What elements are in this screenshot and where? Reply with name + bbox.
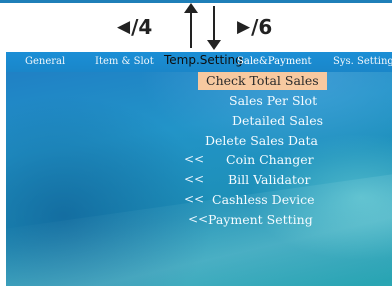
right-key-label: /6 [251, 15, 273, 39]
menu-sales-per-slot[interactable]: Sales Per Slot [229, 92, 317, 110]
down-arrow-icon [207, 40, 221, 50]
left-key-label: /4 [131, 15, 153, 39]
menu-coin-changer[interactable]: Coin Changer [226, 151, 314, 169]
menu-cashless-device[interactable]: Cashless Device [212, 191, 315, 209]
submenu-chevron-icon: << [184, 172, 205, 186]
up-arrow-shaft [190, 6, 192, 48]
left-key-hint: ◀ /4 [117, 14, 152, 40]
right-triangle-icon: ▶ [237, 16, 251, 37]
menu-payment-setting[interactable]: Payment Setting [208, 211, 313, 229]
menu-check-total-sales[interactable]: Check Total Sales [198, 72, 327, 90]
left-triangle-icon: ◀ [117, 16, 131, 37]
submenu-chevron-icon: << [184, 192, 205, 206]
menu-detailed-sales[interactable]: Detailed Sales [232, 112, 323, 130]
menu-delete-sales-data[interactable]: Delete Sales Data [205, 132, 318, 150]
submenu-chevron-icon: << [188, 212, 209, 226]
right-key-hint: ▶ /6 [237, 14, 272, 40]
sales-menu: Check Total Sales Sales Per Slot Detaile… [6, 52, 392, 286]
menu-bill-validator[interactable]: Bill Validator [228, 171, 310, 189]
submenu-chevron-icon: << [184, 152, 205, 166]
vending-screen: General Item & Slot Temp.Setting Sale&Pa… [6, 52, 392, 286]
